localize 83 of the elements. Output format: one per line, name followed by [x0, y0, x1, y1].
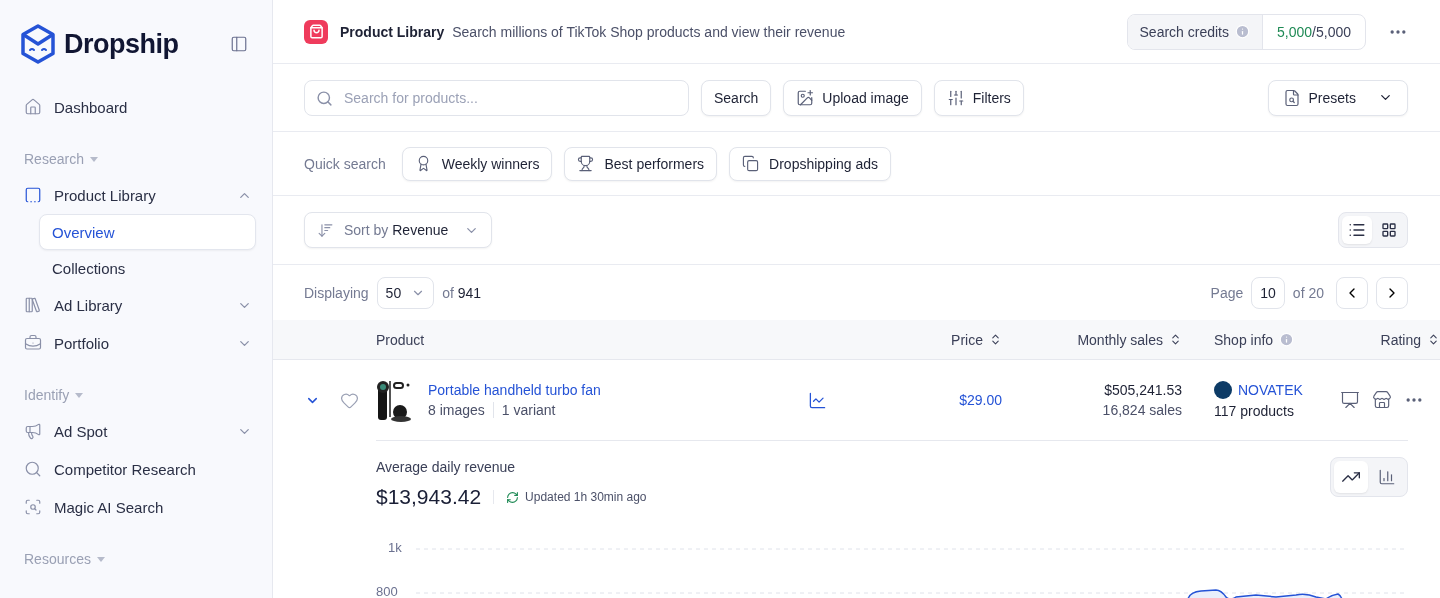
shop-avatar: [1214, 381, 1232, 399]
copy-icon: [742, 155, 760, 172]
variant-count: 1 variant: [501, 402, 556, 418]
quick-search-chip[interactable]: Weekly winners: [401, 146, 553, 181]
heart-icon[interactable]: [340, 390, 359, 410]
column-header[interactable]: Monthly sales: [1010, 331, 1190, 348]
price-link[interactable]: $29.00: [959, 392, 1002, 408]
sidebar-item[interactable]: Magic AI Search: [20, 488, 256, 526]
search-icon: [24, 460, 42, 478]
document-search-icon: [1282, 88, 1301, 107]
store-icon[interactable]: [1372, 390, 1392, 410]
quick-search-label: Quick search: [304, 155, 386, 172]
search-field[interactable]: Search for products...: [304, 79, 689, 116]
grid-icon: [1381, 222, 1397, 238]
shop-product-count: 117 products: [1214, 403, 1294, 419]
list-icon: [1348, 221, 1366, 239]
next-page-button[interactable]: [1376, 276, 1408, 309]
quick-search-chip[interactable]: Dropshipping ads: [729, 146, 892, 181]
revenue-value: $505,241.53: [1104, 382, 1182, 398]
logo-text: Dropship: [64, 28, 179, 60]
box-icon: [24, 186, 42, 204]
displaying-label: Displaying: [304, 284, 369, 301]
sidebar-subitem[interactable]: Overview: [39, 214, 256, 250]
caret-icon: [75, 392, 84, 398]
previous-page-button[interactable]: [1336, 276, 1368, 309]
page-label: Page: [1210, 284, 1244, 301]
sidebar-item[interactable]: Portfolio: [20, 324, 256, 362]
product-link[interactable]: Portable handheld turbo fan: [428, 382, 601, 398]
shop-link[interactable]: NOVATEK: [1238, 382, 1303, 398]
upload-image-button[interactable]: Upload image: [783, 79, 922, 116]
credits-label: Search credits: [1139, 23, 1229, 40]
page-field[interactable]: 10: [1251, 276, 1285, 309]
sort-icon: [989, 333, 1002, 346]
sidebar-item[interactable]: Competitor Research: [20, 450, 256, 488]
column-header[interactable]: Rating: [1330, 331, 1440, 348]
updated-text: Updated 1h 30min ago: [525, 490, 647, 504]
column-header: Shop info: [1190, 331, 1330, 348]
line-chart-icon[interactable]: [808, 390, 827, 410]
column-header: Product: [376, 331, 426, 348]
trophy-icon: [577, 155, 595, 172]
image-count: 8 images: [428, 402, 485, 418]
line-chart-button[interactable]: [1334, 461, 1368, 493]
sidebar-item[interactable]: Ad Library: [20, 286, 256, 324]
presets-button[interactable]: Presets: [1267, 79, 1408, 116]
scan-icon: [24, 498, 42, 516]
sort-dropdown[interactable]: Sort by Revenue: [304, 212, 493, 248]
quick-search-chip[interactable]: Best performers: [564, 146, 718, 181]
axis-tick-label: 1k: [388, 540, 402, 555]
shopping-bag-icon: [304, 19, 328, 44]
sidebar-item[interactable]: Dashboard: [20, 88, 256, 126]
briefcase-icon: [24, 334, 42, 352]
caret-icon: [96, 556, 105, 562]
sort-icon: [1169, 333, 1182, 346]
search-button[interactable]: Search: [701, 79, 772, 116]
page-title: Product Library: [340, 23, 445, 40]
filters-button[interactable]: Filters: [933, 79, 1024, 116]
total-count: of 941: [442, 284, 482, 301]
page-subtitle: Search millions of TikTok Shop products and view their revenue: [452, 23, 846, 40]
books-icon: [24, 296, 42, 314]
credits-value: 5,000/5,000: [1276, 22, 1352, 42]
megaphone-icon: [24, 422, 42, 440]
refresh-icon: [506, 490, 520, 504]
list-view-button[interactable]: [1342, 216, 1372, 244]
axis-tick-label: 800: [376, 584, 398, 598]
sidebar-item[interactable]: Product Library: [20, 176, 256, 214]
page-count: of 20: [1292, 284, 1324, 301]
sidebar-item[interactable]: Ad Spot: [20, 412, 256, 450]
cube-face-logo-icon: [20, 24, 56, 64]
column-header[interactable]: Price: [845, 331, 1010, 348]
caret-icon: [89, 156, 98, 162]
details-label: Average daily revenue: [376, 459, 517, 475]
sidebar-toggle-icon[interactable]: [230, 35, 248, 53]
sidebar-subitem[interactable]: Collections: [39, 250, 256, 286]
sales-count: 16,824 sales: [1102, 402, 1182, 418]
image-plus-icon: [796, 88, 815, 107]
sort-icon: [317, 221, 334, 239]
sort-icon: [1427, 333, 1440, 346]
bar-chart-icon: [1378, 468, 1396, 486]
average-revenue-value: $13,943.42: [376, 485, 482, 509]
page-size-select[interactable]: 50: [376, 276, 435, 309]
sliders-icon: [946, 88, 965, 107]
presentation-icon[interactable]: [1340, 390, 1360, 410]
home-icon: [24, 98, 42, 116]
